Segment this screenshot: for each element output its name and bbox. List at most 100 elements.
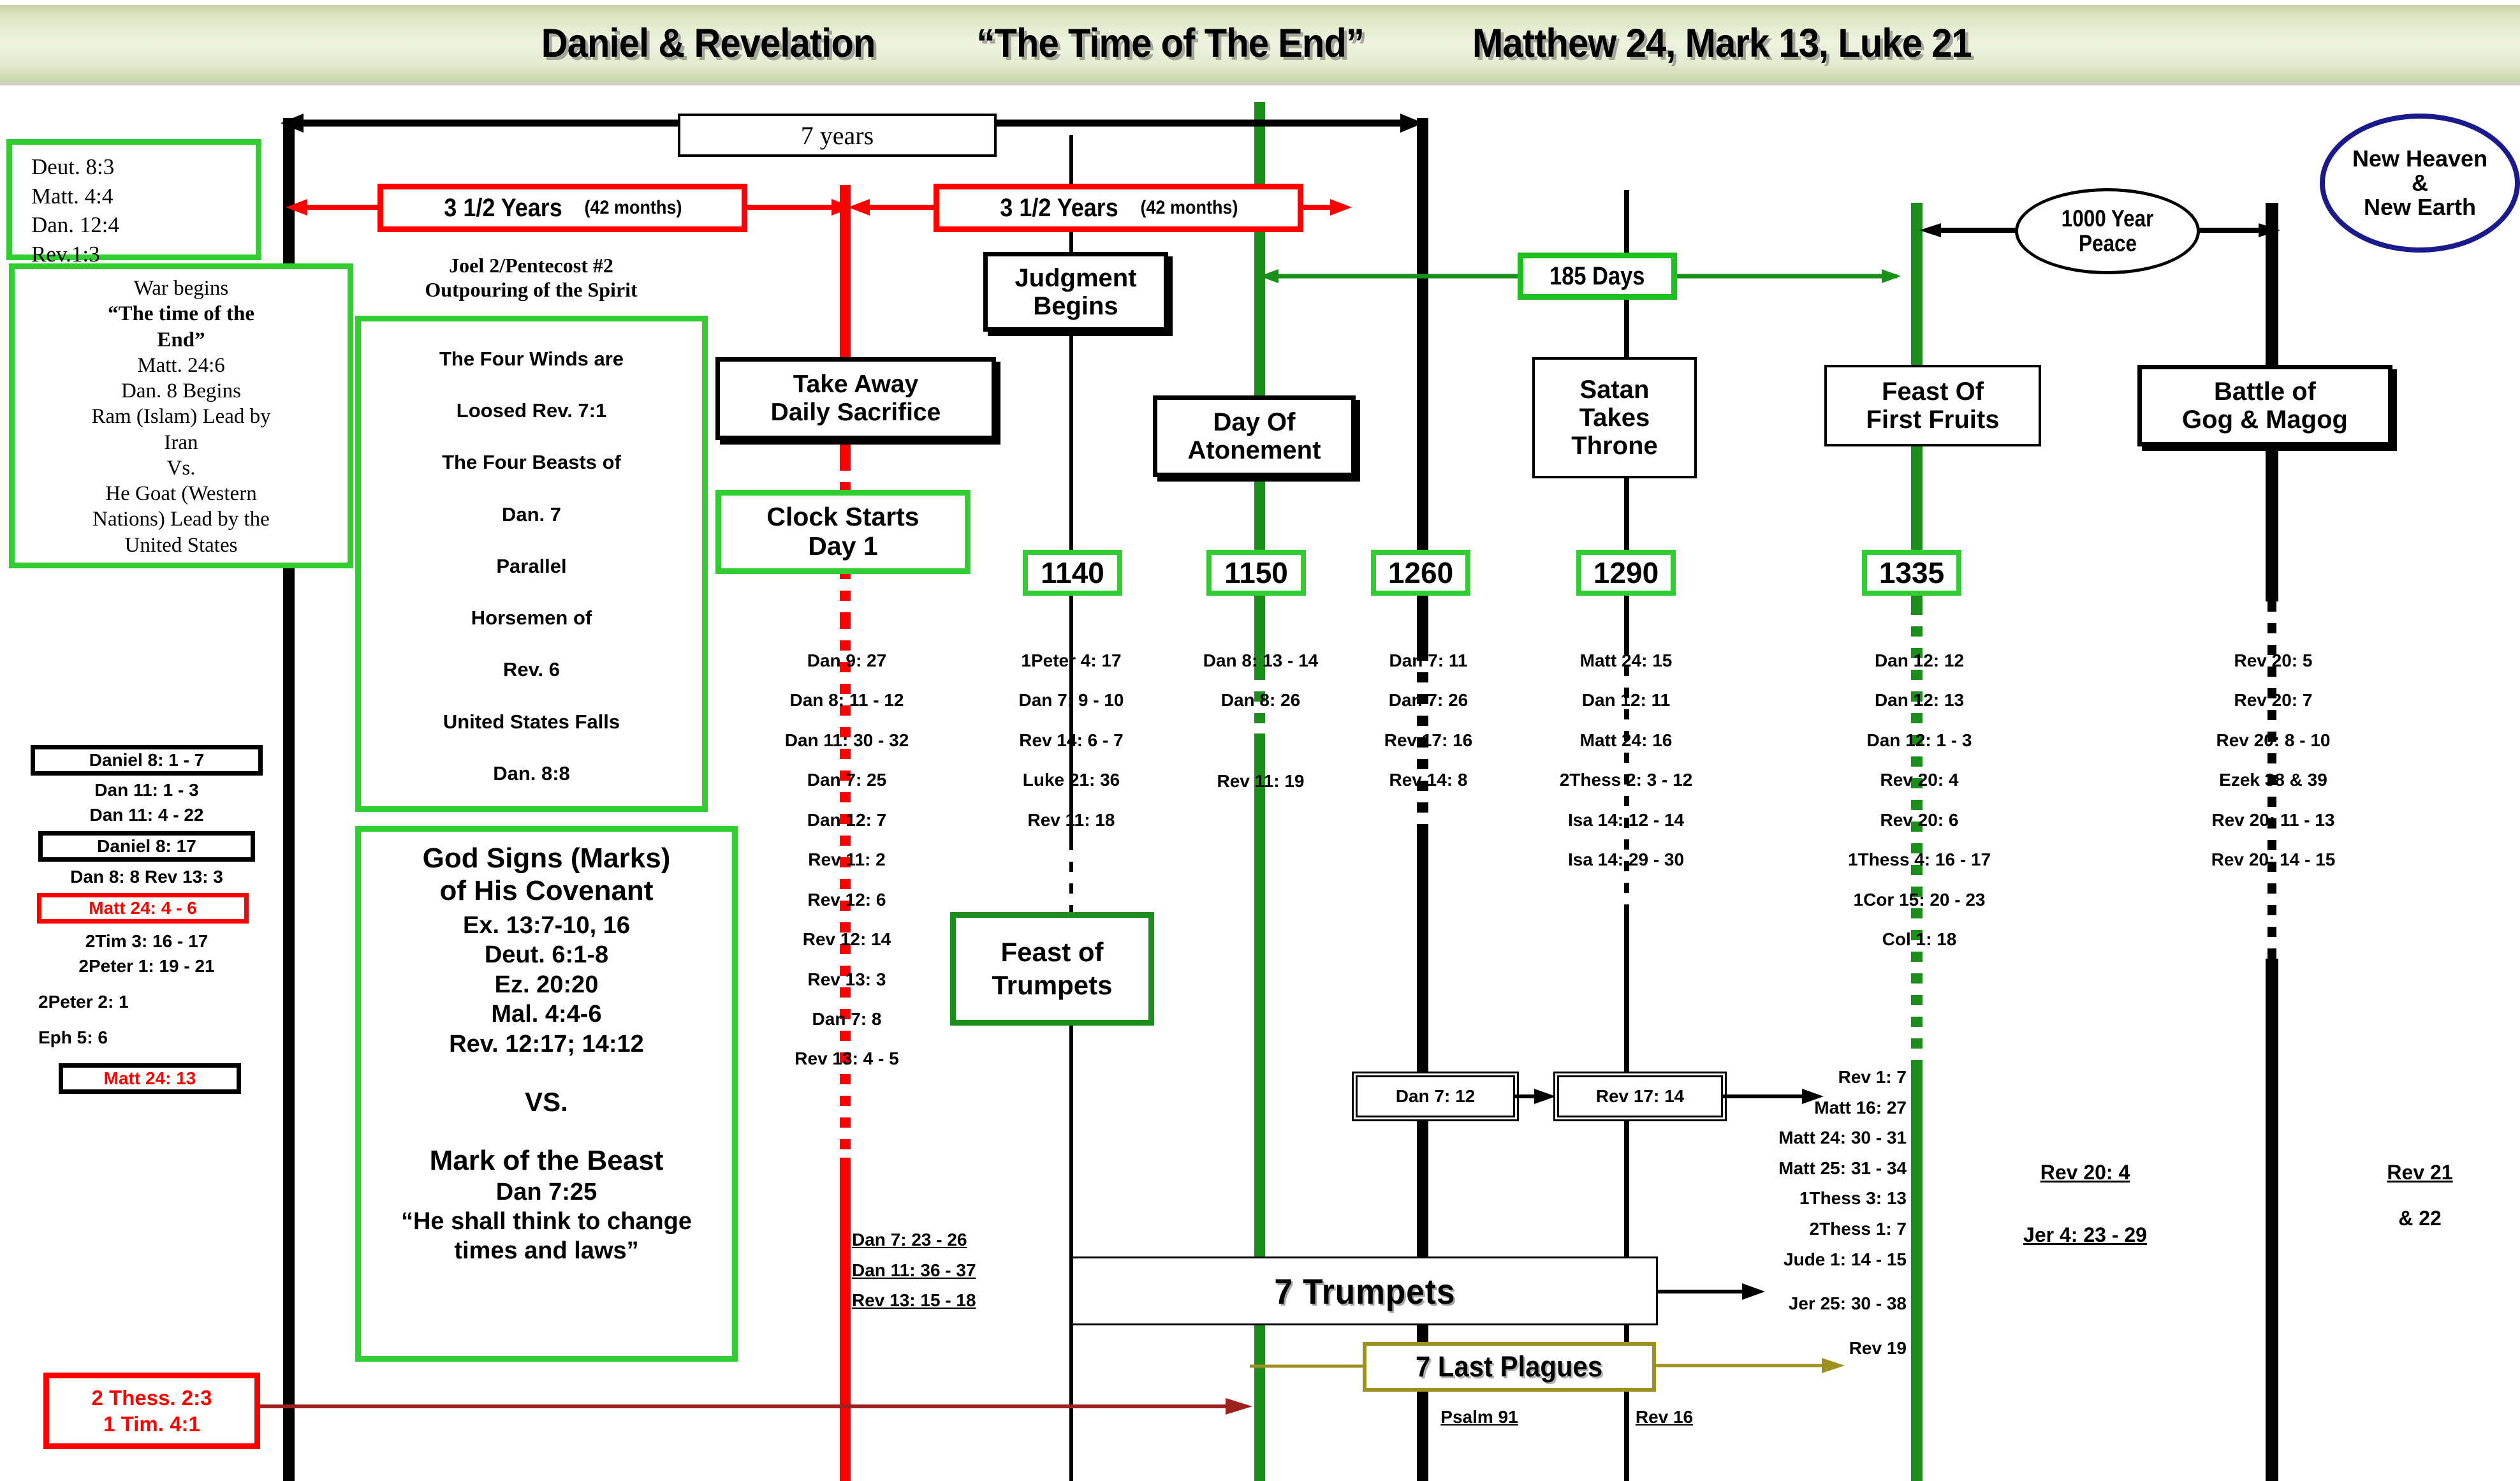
trumpets-feast-line: Feast of xyxy=(1000,936,1104,967)
mark-of-beast-title: Mark of the Beast xyxy=(429,1144,664,1176)
satan-takes-throne-box: Satan Takes Throne xyxy=(1532,357,1697,478)
gog-line: Battle of xyxy=(2214,378,2316,406)
left-scripture-line: Matt. 4:4 xyxy=(31,183,114,209)
timeline-axis-1335-bottom xyxy=(1911,1064,1923,1481)
verse-ref: Rev 20: 6 xyxy=(1880,809,1959,830)
winds-line: Loosed Rev. 7:1 xyxy=(456,399,607,422)
ref-boxed-red-text: Matt 24: 13 xyxy=(59,1063,241,1094)
first-half-box: 3 1/2 Years (42 months) xyxy=(377,184,747,232)
trumpets-feast-line: Trumpets xyxy=(992,970,1113,1000)
apostasy-arrow xyxy=(260,1398,1252,1415)
new-heaven-line-3: New Earth xyxy=(2363,193,2477,220)
verse-ref: 2Thess 1: 7 xyxy=(1809,1218,1907,1239)
verse-ref: Rev 20: 7 xyxy=(2234,690,2313,711)
winds-line: United States Falls xyxy=(443,710,620,733)
battle-gog-magog-box: Battle of Gog & Magog xyxy=(2137,365,2392,446)
flow-arrow-2 xyxy=(1723,1089,1824,1104)
ref-plain: 2Peter 2: 1 xyxy=(38,992,129,1012)
ref-boxed: Daniel 8: 1 - 7 xyxy=(31,745,263,776)
verse-ref: Col 1: 18 xyxy=(1882,929,1957,950)
verse-ref: Rev 20: 4 xyxy=(1880,770,1959,790)
satan-line: Satan xyxy=(1579,376,1650,404)
verse-ref: Dan 12: 12 xyxy=(1874,651,1965,670)
satan-line: Throne xyxy=(1571,432,1658,460)
seven-trumpets-box: 7 Trumpets xyxy=(1071,1256,1658,1325)
second-half-box: 3 1/2 Years (42 months) xyxy=(934,184,1303,232)
verse-ref: Isa 14: 12 - 14 xyxy=(1567,809,1685,830)
verse-ref: Rev 13: 3 xyxy=(807,969,886,989)
ref-plain: Dan 11: 4 - 22 xyxy=(89,805,204,825)
first-fruits-line: Feast Of xyxy=(1881,378,1984,406)
clock-starts-box: Clock Starts Day 1 xyxy=(715,490,971,574)
left-reference-list: Daniel 8: 1 - 7 Dan 11: 1 - 3 Dan 11: 4 … xyxy=(19,745,274,1094)
timeline-axis-1290-bottom xyxy=(1624,906,1629,1481)
column-refs-1335: Dan 12: 12 Dan 12: 13 Dan 12: 1 - 3 Rev … xyxy=(1779,641,2060,960)
take-away-line: Daily Sacrifice xyxy=(770,399,941,426)
ref-plain: Eph 5: 6 xyxy=(38,1028,108,1047)
war-line: Ram (Islam) Lead by xyxy=(91,405,271,429)
second-half-sublabel: (42 months) xyxy=(1140,197,1238,218)
marker-1290: 1290 xyxy=(1576,550,1676,596)
gog-line: Gog & Magog xyxy=(2182,406,2348,434)
judgment-begins-box: Judgment Begins xyxy=(983,252,1168,332)
ref-plain: Dan 8: 8 Rev 13: 3 xyxy=(70,867,223,887)
title-banner: Daniel & Revelation “The Time of The End… xyxy=(0,5,2520,82)
war-line: End” xyxy=(157,328,205,351)
four-winds-box: The Four Winds are Loosed Rev. 7:1 The F… xyxy=(355,316,708,812)
judgment-line: Begins xyxy=(1033,291,1118,320)
atonement-line: Day Of xyxy=(1213,408,1296,436)
first-half-sublabel: (42 months) xyxy=(584,197,682,218)
winds-line: Horsemen of xyxy=(471,607,592,630)
days-185-label: 185 Days xyxy=(1549,262,1645,290)
left-bottom-red-line: 1 Tim. 4:1 xyxy=(103,1412,200,1436)
winds-line: The Four Winds are xyxy=(439,348,624,370)
verse-ref: Dan 12: 11 xyxy=(1581,690,1671,711)
covenant-ref: Ez. 20:20 xyxy=(494,971,599,998)
banner-title-center: “The Time of The End” xyxy=(976,21,1364,66)
war-line: Vs. xyxy=(166,456,196,480)
banner-title-left: Daniel & Revelation xyxy=(541,21,876,66)
day-of-atonement-box: Day Of Atonement xyxy=(1153,395,1356,477)
flow-label: Rev 17: 14 xyxy=(1595,1086,1685,1106)
war-line: Nations) Lead by the xyxy=(92,508,270,531)
seven-trumpets-arrow xyxy=(1658,1283,1765,1300)
verse-ref: Rev 20: 5 xyxy=(2234,651,2313,670)
verse-ref: Rev 13: 4 - 5 xyxy=(795,1049,899,1069)
verse-ref-underlined: Dan 7: 23 - 26 xyxy=(852,1230,967,1249)
verse-ref: Ezek 38 & 39 xyxy=(2219,770,2327,790)
war-line: Iran xyxy=(164,431,198,454)
marker-1150: 1150 xyxy=(1206,550,1306,596)
war-begins-box: War begins “The time of the End” Matt. 2… xyxy=(9,263,353,568)
verse-ref: Dan 7: 8 xyxy=(812,1008,882,1029)
beast-ref: “He shall think to change xyxy=(400,1208,692,1235)
flow-box-dan7-12: Dan 7: 12 xyxy=(1356,1075,1515,1117)
winds-line: Rev. 6 xyxy=(502,658,560,681)
covenant-vs-mark-box: God Signs (Marks) of His Covenant Ex. 13… xyxy=(355,826,738,1362)
winds-line: Dan. 7 xyxy=(501,503,562,526)
plagues-arrow-right xyxy=(1656,1358,1845,1373)
verse-ref: Rev 12: 6 xyxy=(807,889,886,910)
new-heaven-line-1: New Heaven xyxy=(2352,145,2488,172)
peace-line-1: 1000 Year xyxy=(2061,205,2154,232)
pentecost-caption: Joel 2/Pentecost #2 Outpouring of the Sp… xyxy=(349,254,713,302)
timeline-axis-midweek-bottom xyxy=(840,1158,851,1481)
bottom-ref-jer4: Jer 4: 23 - 29 xyxy=(2023,1223,2147,1246)
war-line: “The time of the xyxy=(107,302,255,326)
left-scripture-line: Dan. 12:4 xyxy=(31,212,120,237)
flow-box-rev17-14: Rev 17: 14 xyxy=(1557,1075,1723,1117)
verse-ref: 1Thess 4: 16 - 17 xyxy=(1847,850,1991,870)
covenant-ref: Rev. 12:17; 14:12 xyxy=(449,1030,644,1057)
covenant-title-line: God Signs (Marks) xyxy=(422,843,671,874)
verse-ref-underlined: Dan 11: 36 - 37 xyxy=(852,1260,976,1280)
timeline-axis-1150-bottom xyxy=(1254,733,1265,1481)
verse-ref: 1Cor 15: 20 - 23 xyxy=(1853,889,1986,910)
covenant-ref: Ex. 13:7-10, 16 xyxy=(463,912,630,939)
thousand-year-peace-ellipse: 1000 Year Peace xyxy=(2015,188,2200,274)
left-scripture-line: Deut. 8:3 xyxy=(31,154,115,179)
winds-line: The Four Beasts of xyxy=(442,451,621,474)
seven-trumpets-label: 7 Trumpets xyxy=(1273,1271,1456,1311)
pentecost-caption-line: Outpouring of the Spirit xyxy=(425,277,638,301)
flow-label: Dan 7: 12 xyxy=(1395,1086,1476,1106)
verse-ref: Matt 24: 16 xyxy=(1579,730,1673,750)
feast-first-fruits-box: Feast Of First Fruits xyxy=(1824,365,2041,446)
